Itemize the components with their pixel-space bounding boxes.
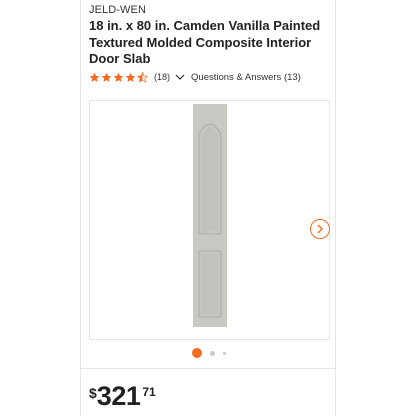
questions-answers-link[interactable]: Questions & Answers (13) (191, 72, 301, 83)
product-title: 18 in. x 80 in. Camden Vanilla Painted T… (89, 18, 321, 66)
right-margin (336, 0, 416, 416)
price: $ 321 71 (89, 382, 156, 412)
divider (81, 368, 335, 369)
product-image-gallery[interactable] (89, 100, 330, 340)
pagination-dot-active[interactable] (192, 348, 202, 358)
price-cents: 71 (142, 385, 156, 399)
product-page: JELD-WEN 18 in. x 80 in. Camden Vanilla … (80, 0, 336, 416)
star-icon (113, 72, 124, 82)
pagination-dot[interactable] (210, 350, 215, 356)
pagination-dot[interactable] (223, 351, 226, 355)
star-rating[interactable] (89, 71, 148, 83)
next-image-button[interactable] (310, 219, 330, 239)
review-count[interactable]: (18) (154, 72, 170, 82)
brand-name[interactable]: JELD-WEN (89, 4, 146, 16)
chevron-down-icon[interactable] (175, 72, 185, 82)
door-product-image (193, 104, 227, 327)
price-currency: $ (89, 385, 97, 401)
star-icon (89, 72, 100, 82)
chevron-right-icon (317, 224, 323, 234)
rating-row: (18) Questions & Answers (13) (89, 69, 333, 85)
gallery-pagination (81, 347, 335, 359)
star-icon (125, 72, 136, 82)
left-margin (0, 0, 80, 416)
star-icon (101, 72, 112, 82)
price-dollars: 321 (96, 381, 141, 411)
half-star-icon (137, 71, 148, 83)
